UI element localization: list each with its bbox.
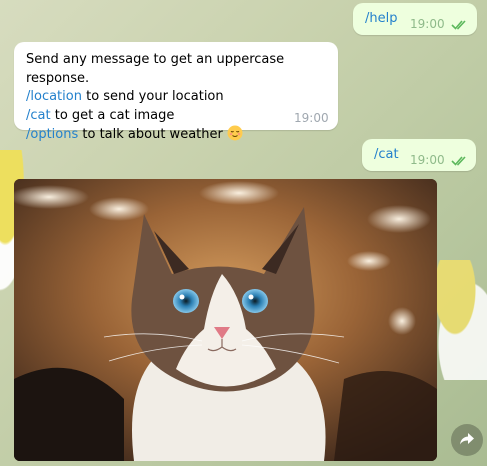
outgoing-message-help[interactable]: /help 19:00 — [353, 3, 477, 35]
cat-photo[interactable] — [14, 179, 437, 461]
incoming-message-info: Send any message to get an uppercase res… — [14, 42, 338, 142]
cat-command-text[interactable]: /cat — [374, 147, 399, 162]
info-line-2: /location to send your location — [26, 88, 338, 107]
double-check-icon — [451, 19, 469, 30]
relieved-face-icon — [227, 125, 243, 141]
info-line-3: /cat to get a cat image — [26, 107, 338, 126]
cat-description: to get a cat image — [50, 107, 175, 123]
message-meta: 19:00 — [294, 111, 329, 125]
message-meta: 19:00 — [410, 17, 469, 31]
cat-image — [14, 179, 437, 461]
info-line-1: Send any message to get an uppercase res… — [26, 52, 285, 86]
location-command-link[interactable]: /location — [26, 89, 82, 104]
options-description: to talk about weather — [78, 127, 223, 142]
message-time: 19:00 — [410, 17, 445, 31]
options-command-link[interactable]: /options — [26, 127, 78, 142]
message-time: 19:00 — [294, 111, 329, 125]
location-description: to send your location — [81, 89, 224, 104]
double-check-icon — [451, 155, 469, 166]
info-line-4: /options to talk about weather — [26, 125, 338, 145]
message-time: 19:00 — [410, 153, 445, 167]
share-arrow-icon — [459, 431, 475, 450]
outgoing-message-cat[interactable]: /cat 19:00 — [362, 139, 476, 171]
cat-command-link[interactable]: /cat — [26, 108, 51, 123]
message-body: Send any message to get an uppercase res… — [26, 51, 338, 145]
share-button[interactable] — [451, 424, 483, 456]
message-meta: 19:00 — [410, 153, 469, 167]
help-command-text[interactable]: /help — [365, 11, 397, 26]
